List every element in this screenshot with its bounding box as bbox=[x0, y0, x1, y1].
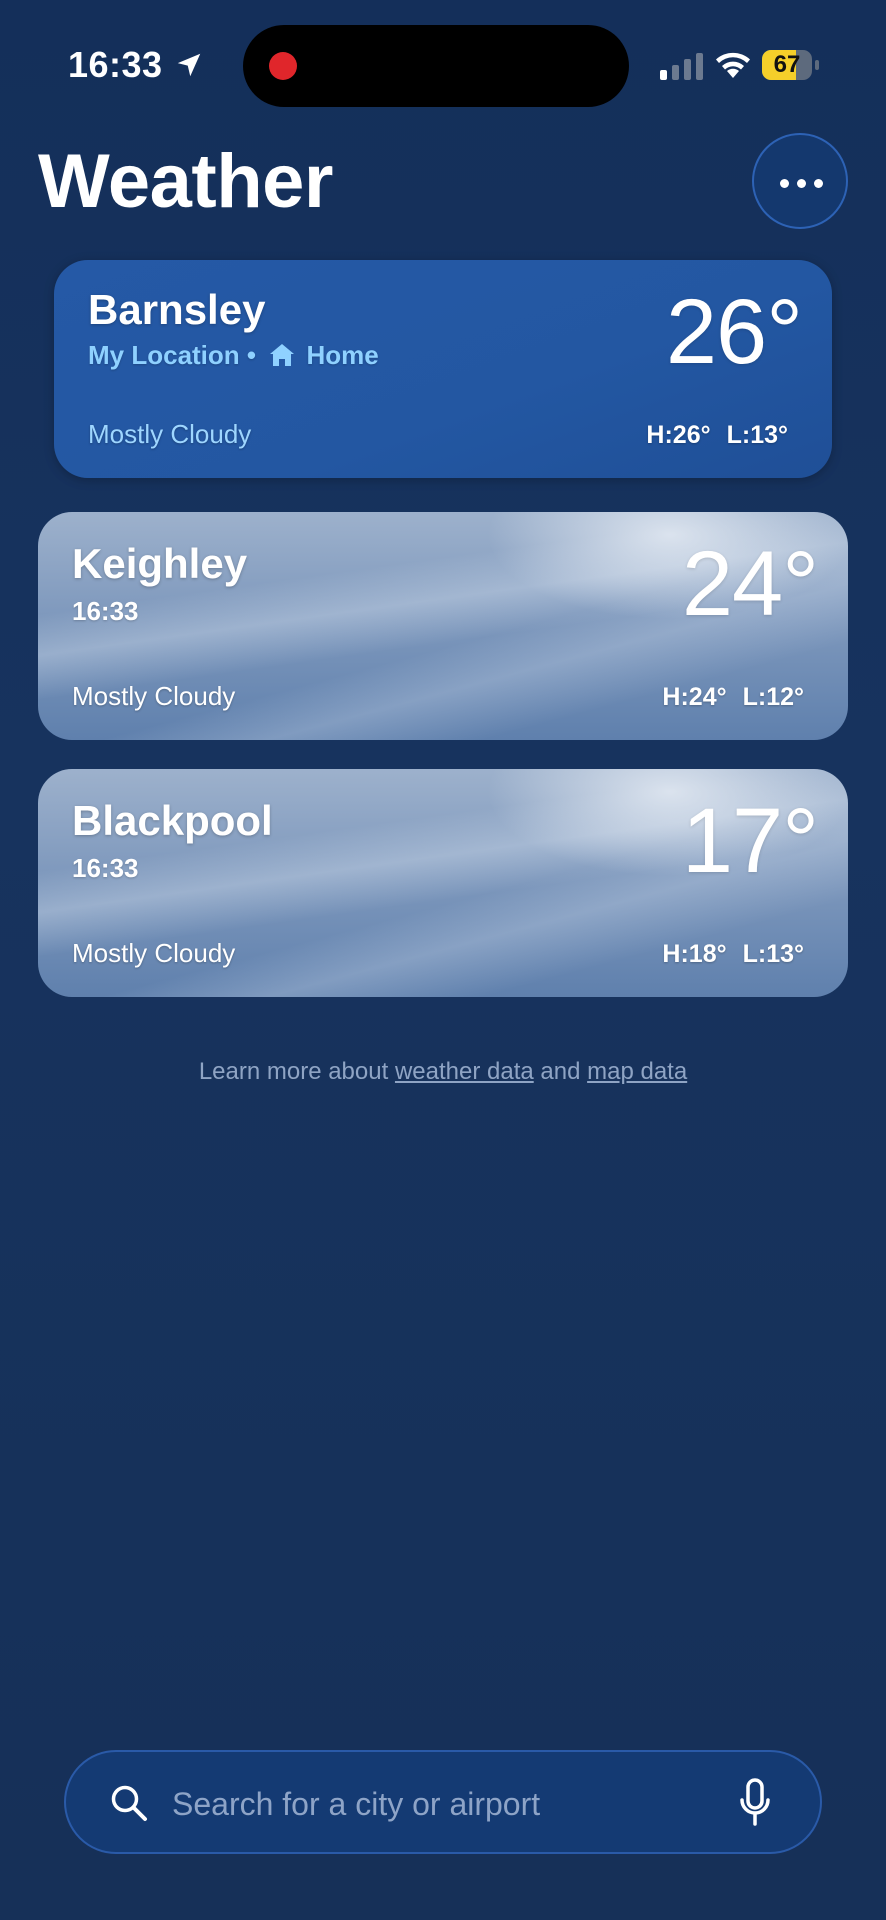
cellular-signal-icon bbox=[660, 53, 703, 80]
recording-dot-icon bbox=[269, 52, 297, 80]
local-time: 16:33 bbox=[72, 853, 139, 883]
ellipsis-icon bbox=[780, 179, 789, 188]
dynamic-island bbox=[243, 25, 629, 107]
attribution-prefix: Learn more about bbox=[198, 1058, 389, 1085]
home-icon bbox=[270, 344, 295, 366]
weather-condition: Mostly Cloudy bbox=[88, 419, 252, 449]
status-bar: 16:33 67 bbox=[0, 0, 886, 130]
location-arrow-icon bbox=[177, 53, 201, 77]
home-label: Home bbox=[306, 340, 379, 370]
high-low: H:26° L:13° bbox=[646, 421, 788, 450]
attribution-joiner: and bbox=[540, 1058, 581, 1085]
location-card-blackpool[interactable]: Blackpool 16:33 17° Mostly Cloudy H:18° L… bbox=[38, 769, 848, 997]
data-attribution: Learn more about weather data and map da… bbox=[0, 1058, 886, 1086]
weather-condition: Mostly Cloudy bbox=[72, 938, 236, 968]
more-options-button[interactable] bbox=[752, 133, 848, 229]
microphone-icon[interactable] bbox=[738, 1778, 772, 1828]
city-name: Blackpool bbox=[72, 797, 273, 844]
current-temperature: 26° bbox=[665, 281, 803, 383]
search-icon bbox=[111, 1785, 147, 1821]
high-low: H:24° L:12° bbox=[662, 683, 804, 712]
weather-condition: Mostly Cloudy bbox=[72, 681, 236, 711]
location-card-keighley[interactable]: Keighley 16:33 24° Mostly Cloudy H:24° L:… bbox=[38, 512, 848, 740]
battery-icon: 67 bbox=[762, 50, 822, 80]
low-temperature: L:12° bbox=[742, 683, 804, 711]
high-temperature: H:26° bbox=[646, 421, 711, 449]
search-input[interactable] bbox=[170, 1778, 734, 1830]
city-name: Keighley bbox=[72, 540, 248, 587]
local-time: 16:33 bbox=[72, 596, 139, 626]
battery-percent: 67 bbox=[773, 51, 801, 78]
current-temperature: 17° bbox=[681, 790, 819, 892]
location-subtitle: My Location • Home bbox=[88, 340, 379, 371]
current-temperature: 24° bbox=[681, 533, 819, 635]
weather-data-link[interactable]: weather data bbox=[395, 1058, 534, 1085]
low-temperature: L:13° bbox=[742, 940, 804, 968]
my-location-label: My Location • bbox=[88, 340, 256, 370]
city-name: Barnsley bbox=[88, 286, 266, 333]
map-data-link[interactable]: map data bbox=[587, 1058, 687, 1085]
wifi-icon bbox=[716, 52, 750, 78]
low-temperature: L:13° bbox=[726, 421, 788, 449]
status-time: 16:33 bbox=[68, 44, 163, 85]
high-low: H:18° L:13° bbox=[662, 940, 804, 969]
location-card-barnsley[interactable]: Barnsley My Location • Home 26° Mostly C… bbox=[54, 260, 832, 478]
page-title: Weather bbox=[38, 139, 333, 224]
high-temperature: H:24° bbox=[662, 683, 727, 711]
high-temperature: H:18° bbox=[662, 940, 727, 968]
search-bar[interactable] bbox=[64, 1750, 822, 1854]
